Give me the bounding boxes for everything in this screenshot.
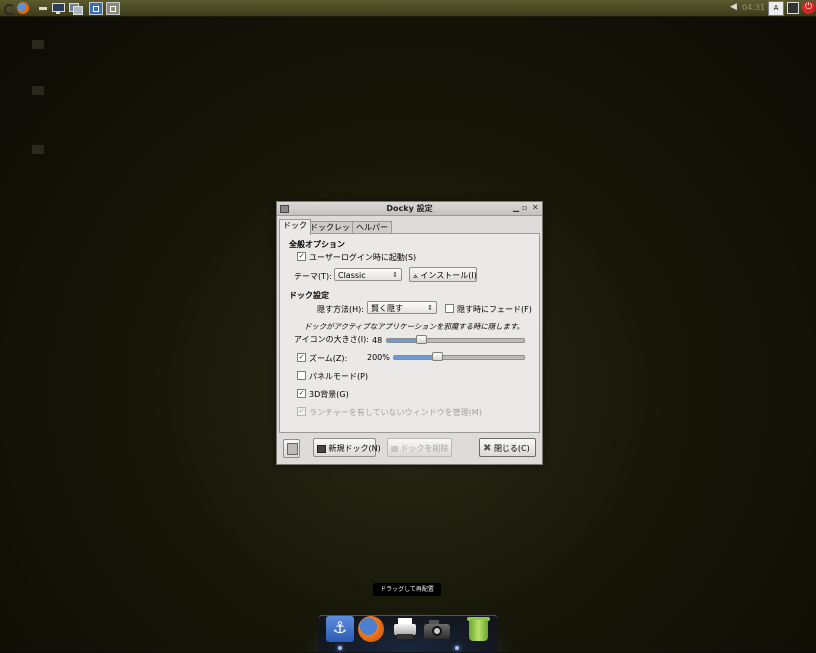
hide-method-value: 賢く隠す	[371, 304, 403, 313]
printer-icon[interactable]	[392, 616, 420, 642]
firefox-icon[interactable]	[357, 616, 385, 642]
zoom-label[interactable]: ズーム(Z):	[309, 353, 347, 364]
manage-windows-checkbox: ✓	[297, 407, 306, 416]
panel-mode-label[interactable]: パネルモード(P)	[309, 371, 368, 382]
zoom-slider-thumb[interactable]	[431, 352, 443, 361]
icon-size-slider-thumb[interactable]	[416, 335, 428, 344]
close-button[interactable]: ✖ 閉じる(C)	[479, 438, 536, 457]
general-options-heading: 全般オプション	[289, 240, 345, 249]
window-list-icon[interactable]	[68, 1, 83, 15]
delete-dock-icon	[391, 445, 398, 452]
icon-size-value: 48	[372, 336, 383, 345]
zoom-slider-fill	[394, 356, 437, 359]
3d-background-checkbox[interactable]: ✓	[297, 389, 306, 398]
close-icon[interactable]: ✕	[532, 202, 539, 214]
zoom-slider[interactable]	[393, 352, 525, 361]
hide-method-label: 隠す方法(H):	[317, 305, 364, 314]
running-indicator	[455, 646, 459, 650]
docky-settings-dialog: Docky 設定 ▁ ▫ ✕ ドック ドックレット ヘルパー 全般オプション ✓…	[276, 201, 543, 465]
panel-mode-checkbox[interactable]	[297, 371, 306, 380]
workspace-1-button[interactable]	[89, 2, 103, 15]
new-dock-button[interactable]: 新規ドック(N)	[313, 438, 381, 457]
tray-arrow-icon[interactable]: ◀	[730, 2, 737, 12]
workspace-2-button[interactable]	[106, 2, 120, 15]
top-panel: ◀ 04:31 A ⏻	[0, 0, 816, 17]
3d-background-label[interactable]: 3D背景(G)	[309, 389, 349, 400]
firefox-launcher-icon[interactable]	[16, 1, 30, 15]
power-icon[interactable]: ⏻	[802, 1, 815, 14]
new-dock-label: 新規ドック(N)	[328, 444, 381, 453]
dock-config-icon	[287, 443, 298, 455]
combo-arrow-icon: ⇕	[427, 304, 433, 312]
desktop-icon[interactable]	[32, 145, 44, 154]
hide-method-select[interactable]: 賢く隠す ⇕	[367, 301, 437, 314]
dialog-button-area: 新規ドック(N) ドックを削除 ✖ 閉じる(C)	[277, 431, 542, 464]
tab-dock[interactable]: ドック	[279, 219, 311, 235]
dialog-titlebar[interactable]: Docky 設定 ▁ ▫ ✕	[277, 202, 542, 216]
autostart-checkbox[interactable]: ✓	[297, 252, 306, 261]
delete-dock-button: ドックを削除	[387, 438, 452, 457]
dialog-title: Docky 設定	[386, 204, 433, 213]
applications-menu-icon[interactable]	[2, 1, 16, 15]
hide-description: ドックがアクティブなアプリケーションを邪魔する時に隠します。	[304, 322, 525, 331]
new-dock-icon	[317, 444, 326, 453]
autostart-label[interactable]: ユーザーログイン時に起動(S)	[309, 252, 416, 263]
show-desktop-icon[interactable]	[36, 1, 50, 15]
zoom-checkbox[interactable]: ✓	[297, 353, 306, 362]
theme-select[interactable]: Classic ⇕	[334, 268, 402, 281]
fade-on-hide-checkbox[interactable]	[445, 304, 454, 313]
minimize-icon[interactable]: ▁	[513, 202, 519, 214]
anchor-icon[interactable]: ⚓	[326, 616, 354, 642]
zoom-value: 200%	[367, 353, 390, 362]
fade-on-hide-label[interactable]: 隠す時にフェード(F)	[457, 304, 532, 315]
clock-label[interactable]: 04:31	[742, 3, 765, 12]
screen-icon[interactable]	[787, 2, 799, 14]
close-button-label: 閉じる(C)	[493, 444, 530, 453]
install-button-label: インストール(I)	[420, 271, 477, 280]
drag-tooltip: ドラッグして再配置	[373, 583, 441, 596]
dock-config-icon-button[interactable]	[283, 439, 300, 458]
desktop-icon[interactable]	[32, 86, 44, 95]
combo-arrow-icon: ⇕	[392, 271, 398, 279]
maximize-icon[interactable]: ▫	[522, 202, 527, 214]
manage-windows-label: ランチャーを有していないウィンドウを管理(M)	[309, 408, 482, 417]
icon-size-slider[interactable]	[386, 335, 525, 344]
theme-label: テーマ(T):	[294, 272, 332, 281]
close-button-icon: ✖	[483, 443, 492, 454]
icon-size-label: アイコンの大きさ(I):	[294, 335, 369, 344]
desktop-icon[interactable]	[32, 40, 44, 49]
theme-select-value: Classic	[338, 271, 366, 280]
dock-settings-heading: ドック設定	[289, 291, 329, 300]
dock-tab-panel: 全般オプション ✓ ユーザーログイン時に起動(S) テーマ(T): Classi…	[279, 233, 540, 433]
running-indicator	[338, 646, 342, 650]
monitor-icon[interactable]	[51, 1, 65, 15]
install-icon: ⟑	[413, 271, 418, 280]
delete-dock-label: ドックを削除	[400, 444, 449, 453]
camera-icon[interactable]	[423, 616, 451, 642]
install-theme-button[interactable]: ⟑ インストール(I)	[409, 267, 477, 282]
trash-icon[interactable]	[465, 616, 493, 642]
input-method-icon[interactable]: A	[768, 1, 784, 16]
